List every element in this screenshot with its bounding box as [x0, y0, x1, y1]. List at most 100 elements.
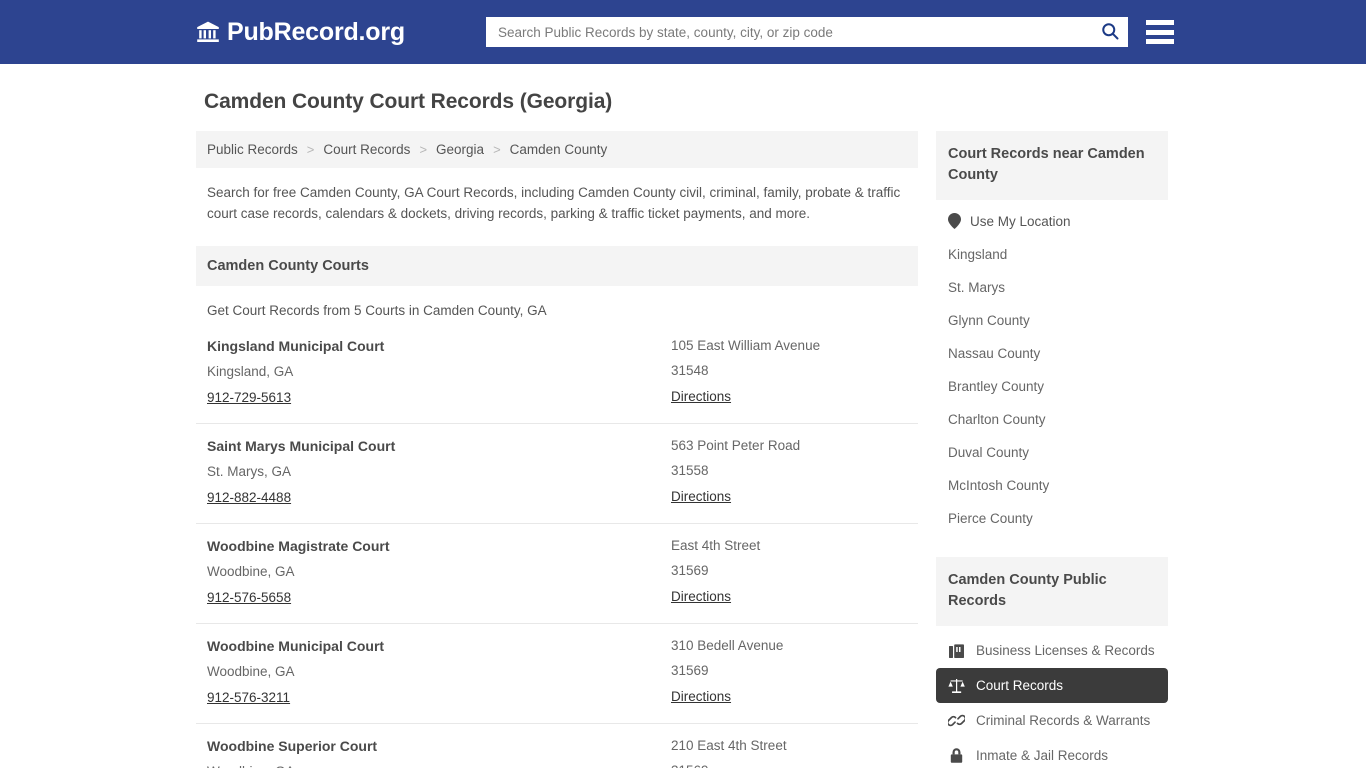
court-address: East 4th Street [671, 538, 761, 553]
sidebar-item-label: Brantley County [948, 379, 1045, 394]
bank-building-icon [196, 20, 220, 44]
court-zip: 31548 [671, 363, 709, 378]
court-info-right: 563 Point Peter Road 31558 Directions [671, 438, 907, 507]
scales-of-justice-icon [948, 677, 965, 694]
menu-bar-1 [1145, 20, 1174, 25]
main-column: Public Records > Court Records > Georgia… [196, 131, 918, 768]
sidebar-item-label: Use My Location [970, 213, 1071, 229]
search-icon [1100, 21, 1120, 44]
sidebar-item-label: St. Marys [948, 280, 1006, 295]
sidebar-item-label: Kingsland [948, 247, 1008, 262]
sidebar-item-label: Inmate & Jail Records [976, 748, 1109, 763]
court-info-left: Woodbine Municipal Court Woodbine, GA 91… [207, 638, 671, 707]
court-info-right: 210 East 4th Street 31569 Directions [671, 738, 907, 768]
court-info-left: Woodbine Magistrate Court Woodbine, GA 9… [207, 538, 671, 607]
sidebar-item-label: Glynn County [948, 313, 1030, 328]
court-city: Woodbine, GA [207, 564, 295, 579]
sidebar-item-label: Business Licenses & Records [976, 643, 1155, 658]
breadcrumb-item-public-records[interactable]: Public Records [207, 142, 298, 157]
court-list: Kingsland Municipal Court Kingsland, GA … [196, 324, 918, 768]
sidebar-item-business-licenses[interactable]: Business Licenses & Records [936, 633, 1168, 668]
court-zip: 31569 [671, 663, 709, 678]
court-address: 310 Bedell Avenue [671, 638, 784, 653]
sidebar-near-heading: Court Records near Camden County [936, 131, 1168, 200]
sidebar-item-use-my-location[interactable]: Use My Location [936, 204, 1168, 238]
court-phone-link[interactable]: 912-576-5658 [207, 590, 291, 605]
sidebar-item-kingsland[interactable]: Kingsland [936, 238, 1168, 271]
menu-bar-3 [1145, 39, 1174, 44]
sidebar-item-brantley-county[interactable]: Brantley County [936, 370, 1168, 403]
chain-link-icon [946, 712, 967, 729]
sidebar-item-charlton-county[interactable]: Charlton County [936, 403, 1168, 436]
breadcrumb-item-court-records[interactable]: Court Records [323, 142, 410, 157]
directions-link[interactable]: Directions [671, 689, 731, 704]
breadcrumb: Public Records > Court Records > Georgia… [196, 131, 918, 168]
court-info-right: 310 Bedell Avenue 31569 Directions [671, 638, 907, 707]
court-name: Woodbine Superior Court [207, 738, 378, 754]
breadcrumb-separator: > [306, 142, 315, 157]
page-title: Camden County Court Records (Georgia) [204, 90, 613, 113]
sidebar-item-inmate-jail-records[interactable]: Inmate & Jail Records [936, 738, 1168, 768]
sidebar: Court Records near Camden County Use My … [936, 131, 1168, 768]
sidebar-item-label: McIntosh County [948, 478, 1050, 493]
table-row: Woodbine Municipal Court Woodbine, GA 91… [196, 624, 918, 724]
court-address: 563 Point Peter Road [671, 438, 801, 453]
table-row: Saint Marys Municipal Court St. Marys, G… [196, 424, 918, 524]
map-pin-icon [948, 213, 961, 229]
court-city: Woodbine, GA [207, 764, 671, 768]
search-input[interactable] [485, 17, 1128, 47]
court-city: St. Marys, GA [207, 464, 292, 479]
court-zip: 31569 [671, 563, 709, 578]
sidebar-item-pierce-county[interactable]: Pierce County [936, 502, 1168, 535]
court-info-right: East 4th Street 31569 Directions [671, 538, 907, 607]
court-info-left: Saint Marys Municipal Court St. Marys, G… [207, 438, 671, 507]
court-phone-link[interactable]: 912-882-4488 [207, 490, 291, 505]
search-button[interactable] [1098, 20, 1122, 44]
sidebar-item-label: Nassau County [948, 346, 1041, 361]
sidebar-item-nassau-county[interactable]: Nassau County [936, 337, 1168, 370]
search-bar [485, 17, 1128, 47]
court-city: Woodbine, GA [207, 664, 295, 679]
court-info-left: Kingsland Municipal Court Kingsland, GA … [207, 338, 671, 407]
content-columns: Public Records > Court Records > Georgia… [196, 131, 1366, 768]
court-info-right: 105 East William Avenue 31548 Directions [671, 338, 907, 407]
court-address: 105 East William Avenue [671, 338, 821, 353]
sidebar-item-st-marys[interactable]: St. Marys [936, 271, 1168, 304]
table-row: Woodbine Superior Court Woodbine, GA 912… [196, 724, 918, 768]
directions-link[interactable]: Directions [671, 389, 731, 404]
sidebar-item-label: Charlton County [948, 412, 1046, 427]
directions-link[interactable]: Directions [671, 589, 731, 604]
site-logo-link[interactable]: PubRecord.org [196, 18, 405, 47]
sidebar-item-label: Duval County [948, 445, 1030, 460]
site-header: PubRecord.org [0, 0, 1366, 64]
breadcrumb-item-georgia[interactable]: Georgia [436, 142, 484, 157]
courts-section-heading: Camden County Courts [196, 246, 918, 286]
court-info-left: Woodbine Superior Court Woodbine, GA 912… [207, 738, 671, 768]
breadcrumb-separator: > [493, 142, 501, 157]
court-phone-link[interactable]: 912-729-5613 [207, 390, 291, 405]
court-city: Kingsland, GA [207, 364, 294, 379]
sidebar-item-duval-county[interactable]: Duval County [936, 436, 1168, 469]
breadcrumb-item-camden-county[interactable]: Camden County [510, 142, 608, 157]
sidebar-near-links: Use My Location Kingsland St. Marys Glyn… [936, 200, 1168, 535]
court-name: Saint Marys Municipal Court [207, 438, 396, 454]
sidebar-item-mcintosh-county[interactable]: McIntosh County [936, 469, 1168, 502]
hamburger-menu-icon[interactable] [1145, 20, 1174, 44]
court-phone-link[interactable]: 912-576-3211 [207, 690, 290, 705]
table-row: Woodbine Magistrate Court Woodbine, GA 9… [196, 524, 918, 624]
courts-section-subheading: Get Court Records from 5 Courts in Camde… [207, 303, 547, 318]
page-intro-text: Search for free Camden County, GA Court … [207, 185, 901, 221]
directions-link[interactable]: Directions [671, 489, 731, 504]
court-address: 210 East 4th Street [671, 738, 787, 753]
sidebar-item-court-records[interactable]: Court Records [936, 668, 1168, 703]
site-logo-text: PubRecord.org [227, 17, 405, 46]
court-zip: 31569 [671, 763, 907, 768]
menu-bar-2 [1145, 29, 1174, 35]
sidebar-item-glynn-county[interactable]: Glynn County [936, 304, 1168, 337]
breadcrumb-separator: > [419, 142, 428, 157]
table-row: Kingsland Municipal Court Kingsland, GA … [196, 324, 918, 424]
sidebar-item-label: Criminal Records & Warrants [976, 713, 1151, 728]
briefcase-icon [948, 642, 965, 659]
lock-icon [948, 747, 965, 764]
sidebar-item-criminal-records[interactable]: Criminal Records & Warrants [936, 703, 1168, 738]
